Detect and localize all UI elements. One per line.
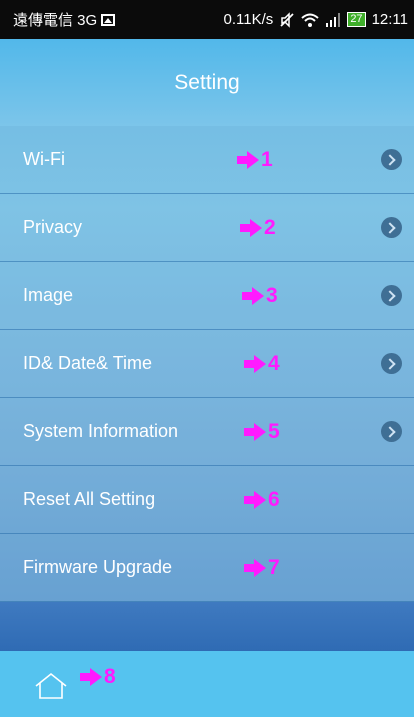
menu-item-label: Wi-Fi (23, 149, 65, 169)
menu-item-label: ID& Date& Time (23, 353, 153, 373)
annotation-marker: 8 (80, 665, 116, 689)
menu-item-reset-all-setting[interactable]: Reset All Setting 6 (0, 466, 414, 534)
home-icon[interactable] (34, 672, 68, 700)
annotation-marker: 6 (244, 488, 280, 512)
chevron-right-icon (381, 285, 402, 306)
wifi-icon (301, 13, 319, 27)
arrow-right-icon (244, 490, 266, 509)
annotation-marker: 1 (237, 148, 273, 172)
chevron-right-icon (381, 421, 402, 442)
menu-item-id-date-time[interactable]: ID& Date& Time 4 (0, 330, 414, 398)
arrow-right-icon (244, 422, 266, 441)
carrier-label: 遠傳電信 3G (13, 12, 98, 29)
annotation-marker: 5 (244, 420, 280, 444)
menu-item-label: Privacy (23, 217, 83, 237)
menu-item-privacy[interactable]: Privacy 2 (0, 194, 414, 262)
chevron-right-icon (381, 149, 402, 170)
menu-item-wifi[interactable]: Wi-Fi 1 (0, 126, 414, 194)
arrow-right-icon (80, 668, 102, 686)
annotation-marker: 4 (244, 352, 280, 376)
battery-icon: 27 (347, 12, 366, 27)
bottom-bar: 8 (0, 651, 414, 717)
menu-item-label: Image (23, 285, 74, 305)
network-speed: 0.11K/s (223, 11, 274, 28)
clock: 12:11 (371, 11, 408, 28)
annotation-marker: 3 (242, 284, 278, 308)
menu-item-firmware-upgrade[interactable]: Firmware Upgrade 7 (0, 534, 414, 602)
arrow-right-icon (240, 218, 262, 237)
status-bar: 遠傳電信 3G 0.11K/s 27 12:11 (0, 0, 414, 39)
page-title: Setting (0, 39, 414, 126)
arrow-right-icon (244, 354, 266, 373)
settings-screen: Setting Wi-Fi 1 Privacy 2 Image 3 ID& Da… (0, 39, 414, 717)
annotation-marker: 2 (240, 216, 276, 240)
menu-item-label: System Information (23, 421, 179, 441)
spacer-band (0, 602, 414, 651)
menu-item-label: Firmware Upgrade (23, 557, 173, 577)
menu-item-label: Reset All Setting (23, 489, 156, 509)
chevron-right-icon (381, 353, 402, 374)
arrow-right-icon (242, 286, 264, 305)
menu-item-image[interactable]: Image 3 (0, 262, 414, 330)
menu-item-system-information[interactable]: System Information 5 (0, 398, 414, 466)
image-notification-icon (101, 13, 116, 26)
settings-menu: Wi-Fi 1 Privacy 2 Image 3 ID& Date& Time… (0, 126, 414, 602)
arrow-right-icon (244, 558, 266, 577)
signal-icon (326, 12, 341, 27)
annotation-marker: 7 (244, 556, 280, 580)
chevron-right-icon (381, 217, 402, 238)
arrow-right-icon (237, 150, 259, 169)
mute-icon (280, 11, 294, 28)
